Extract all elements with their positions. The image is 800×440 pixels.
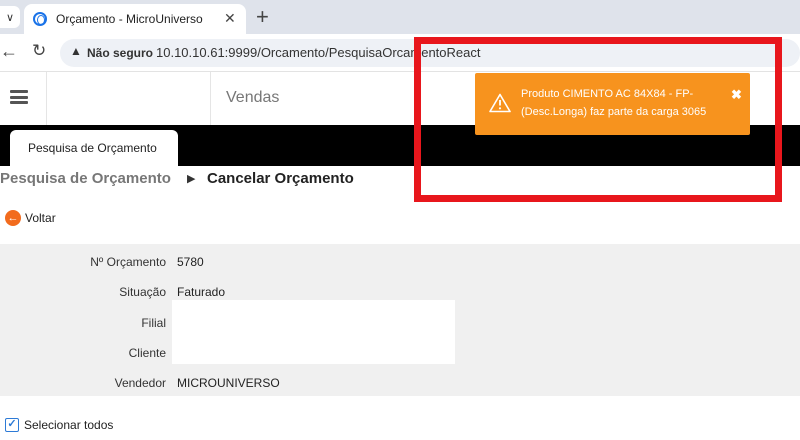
field-value: MICROUNIVERSO	[177, 376, 280, 390]
tab-pesquisa-orcamento[interactable]: Pesquisa de Orçamento	[10, 130, 178, 166]
close-icon[interactable]: ✕	[224, 10, 236, 27]
security-label[interactable]: Não seguro	[87, 46, 153, 60]
module-title: Vendas	[226, 89, 280, 106]
browser-tab-strip: ∨ Orçamento - MicroUniverso ✕ +	[0, 0, 800, 34]
back-button[interactable]: Voltar	[25, 211, 56, 225]
field-value: Faturado	[177, 285, 226, 299]
back-arrow-icon[interactable]: ←	[0, 41, 18, 62]
field-label: Nº Orçamento	[90, 255, 166, 269]
browser-tab[interactable]: Orçamento - MicroUniverso ✕	[24, 4, 246, 34]
reload-icon[interactable]: ↻	[32, 41, 46, 61]
tab-list-dropdown[interactable]: ∨	[0, 6, 20, 28]
field-value: 5780	[177, 255, 204, 269]
select-all-label[interactable]: Selecionar todos	[24, 418, 113, 432]
page-title: Cancelar Orçamento	[207, 170, 354, 187]
field-label: Situação	[119, 285, 166, 299]
field-label: Cliente	[128, 346, 166, 360]
chevron-down-icon: ∨	[5, 11, 15, 24]
form-row-numero: Nº Orçamento 5780	[0, 246, 800, 276]
caret-right-icon: ▶	[187, 173, 196, 185]
field-label: Filial	[141, 316, 166, 330]
breadcrumb-parent[interactable]: Pesquisa de Orçamento	[0, 170, 171, 187]
tab-label: Pesquisa de Orçamento	[28, 141, 157, 155]
tab-title: Orçamento - MicroUniverso	[56, 12, 203, 26]
form-row-vendedor: Vendedor MICROUNIVERSO	[0, 367, 800, 397]
form-row-cliente: Cliente	[0, 337, 800, 367]
form-row-situacao: Situação Faturado	[0, 276, 800, 306]
warning-icon[interactable]: ▲	[70, 44, 82, 58]
site-favicon-icon	[33, 12, 47, 26]
new-tab-button[interactable]: +	[256, 4, 269, 30]
select-all-checkbox[interactable]: ✓	[5, 418, 19, 432]
field-label: Vendedor	[114, 376, 166, 390]
hamburger-menu-icon[interactable]	[10, 90, 28, 104]
header-divider	[46, 72, 47, 125]
form-row-filial: Filial	[0, 307, 800, 337]
header-divider	[210, 72, 211, 125]
back-circle-icon[interactable]: ←	[5, 210, 21, 226]
highlight-annotation	[414, 37, 782, 202]
